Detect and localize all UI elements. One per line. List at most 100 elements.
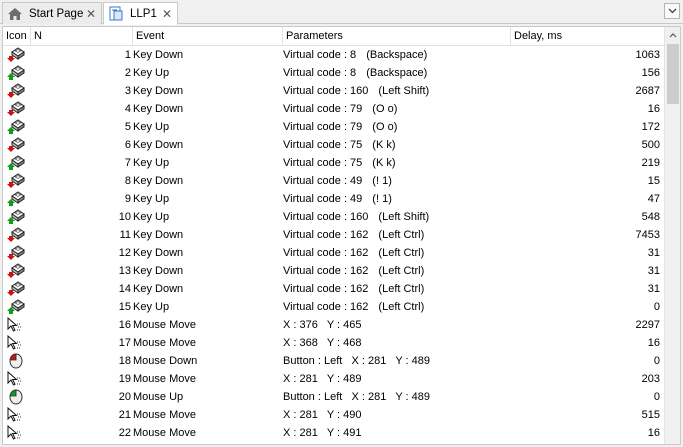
table-row[interactable]: 6 Key Down Virtual code : 75 (K k) 500: [3, 136, 666, 154]
row-delay: 0: [653, 301, 660, 313]
row-number: 19: [118, 373, 131, 385]
row-event: Key Up: [133, 193, 170, 205]
mouse-move-icon: [7, 371, 29, 387]
close-icon[interactable]: ✕: [161, 8, 173, 20]
row-delay: 156: [641, 67, 660, 79]
key-up-icon: [7, 299, 29, 315]
table-row[interactable]: 1 Key Down Virtual code : 8 (Backspace) 1063: [3, 46, 666, 64]
table-row[interactable]: 20 Mouse Up Button : Left X : 281 Y : 489 0: [3, 388, 666, 406]
row-event: Key Up: [133, 67, 170, 79]
row-number: 11: [119, 229, 131, 241]
table-row[interactable]: 5 Key Up Virtual code : 79 (O o) 172: [3, 118, 666, 136]
row-key-name: (! 1): [372, 175, 392, 187]
table-row[interactable]: 18 Mouse Down Button : Left X : 281 Y : 48…: [3, 352, 666, 370]
row-key-name: (! 1): [372, 193, 392, 205]
column-header-icon[interactable]: Icon: [3, 27, 31, 46]
table-row[interactable]: 2 Key Up Virtual code : 8 (Backspace) 156: [3, 64, 666, 82]
row-parameter-value: Virtual code : 162: [283, 229, 369, 241]
list-header: Icon N Event Parameters Delay, ms: [3, 27, 666, 46]
row-delay: 16: [647, 103, 660, 115]
column-header-delay[interactable]: Delay, ms: [511, 27, 666, 46]
row-parameter-value: Virtual code : 8: [283, 49, 357, 61]
row-parameter-value: X : 281 Y : 490: [283, 409, 362, 421]
row-parameter-value: X : 368 Y : 468: [283, 337, 362, 349]
column-header-event[interactable]: Event: [133, 27, 283, 46]
row-parameters: Virtual code : 162 (Left Ctrl): [283, 262, 511, 280]
table-row[interactable]: 10 Key Up Virtual code : 160 (Left Shift) 54…: [3, 208, 666, 226]
table-row[interactable]: 4 Key Down Virtual code : 79 (O o) 16: [3, 100, 666, 118]
table-row[interactable]: 16 Mouse Move X : 376 Y : 465 2297: [3, 316, 666, 334]
tab-label: LLP1: [130, 7, 157, 20]
row-event: Key Down: [133, 49, 184, 61]
row-delay: 2297: [635, 319, 660, 331]
scrollbar-thumb[interactable]: [667, 44, 679, 104]
row-event: Key Down: [133, 265, 184, 277]
list-rows: 1 Key Down Virtual code : 8 (Backspace) 1063…: [3, 46, 666, 442]
row-parameter-value: Virtual code : 79: [283, 121, 363, 133]
mouse-move-icon: [7, 335, 29, 351]
table-row[interactable]: 15 Key Up Virtual code : 162 (Left Ctrl) 0: [3, 298, 666, 316]
row-number: 3: [124, 85, 131, 97]
row-key-name: (K k): [372, 139, 396, 151]
row-parameter-value: Virtual code : 162: [283, 265, 369, 277]
table-row[interactable]: 8 Key Down Virtual code : 49 (! 1) 15: [3, 172, 666, 190]
row-delay: 7453: [635, 229, 660, 241]
row-key-name: (Left Shift): [378, 211, 430, 223]
column-header-n[interactable]: N: [31, 27, 133, 46]
tab-list-dropdown-button[interactable]: [664, 3, 680, 19]
tab-llp1[interactable]: LLP1 ✕: [103, 2, 178, 25]
row-number: 12: [118, 247, 131, 259]
scroll-up-button[interactable]: [665, 27, 680, 43]
row-event: Key Up: [133, 211, 170, 223]
column-header-parameters[interactable]: Parameters: [283, 27, 511, 46]
row-event: Mouse Move: [133, 427, 196, 439]
row-key-name: (O o): [372, 121, 398, 133]
tab-start-page[interactable]: Start Page ✕: [2, 2, 102, 24]
table-row[interactable]: 19 Mouse Move X : 281 Y : 489 203: [3, 370, 666, 388]
table-row[interactable]: 21 Mouse Move X : 281 Y : 490 515: [3, 406, 666, 424]
table-row[interactable]: 14 Key Down Virtual code : 162 (Left Ctrl) 3…: [3, 280, 666, 298]
row-parameter-value: Virtual code : 162: [283, 247, 369, 259]
event-list[interactable]: Icon N Event Parameters Delay, ms 1 Key D…: [2, 26, 681, 445]
row-delay: 31: [647, 265, 660, 277]
table-row[interactable]: 3 Key Down Virtual code : 160 (Left Shift) 2…: [3, 82, 666, 100]
row-number: 22: [118, 427, 131, 439]
vertical-scrollbar[interactable]: [664, 27, 680, 444]
close-icon[interactable]: ✕: [85, 8, 97, 20]
row-event: Key Down: [133, 229, 184, 241]
row-parameter-value: Virtual code : 75: [283, 157, 363, 169]
row-parameter-value: Button : Left X : 281 Y : 489: [283, 355, 430, 367]
row-number: 8: [124, 175, 131, 187]
table-row[interactable]: 22 Mouse Move X : 281 Y : 491 16: [3, 424, 666, 442]
key-down-icon: [7, 281, 29, 297]
table-row[interactable]: 17 Mouse Move X : 368 Y : 468 16: [3, 334, 666, 352]
table-row[interactable]: 9 Key Up Virtual code : 49 (! 1) 47: [3, 190, 666, 208]
row-parameters: X : 368 Y : 468: [283, 334, 511, 352]
table-row[interactable]: 12 Key Down Virtual code : 162 (Left Ctrl) 3…: [3, 244, 666, 262]
row-parameters: Virtual code : 79 (O o): [283, 118, 511, 136]
row-delay: 1063: [635, 49, 660, 61]
row-parameter-value: Virtual code : 160: [283, 211, 369, 223]
table-row[interactable]: 13 Key Down Virtual code : 162 (Left Ctrl) 3…: [3, 262, 666, 280]
key-down-icon: [7, 173, 29, 189]
row-event: Mouse Move: [133, 409, 196, 421]
row-delay: 203: [641, 373, 660, 385]
key-down-icon: [7, 245, 29, 261]
row-number: 4: [124, 103, 131, 115]
row-key-name: (Backspace): [366, 49, 428, 61]
key-up-icon: [7, 155, 29, 171]
row-event: Mouse Down: [133, 355, 198, 367]
chevron-down-icon: [668, 5, 677, 17]
row-event: Mouse Move: [133, 319, 196, 331]
table-row[interactable]: 7 Key Up Virtual code : 75 (K k) 219: [3, 154, 666, 172]
row-parameters: Virtual code : 75 (K k): [283, 154, 511, 172]
row-delay: 219: [641, 157, 660, 169]
row-event: Mouse Move: [133, 337, 196, 349]
row-parameters: Virtual code : 160 (Left Shift): [283, 208, 511, 226]
row-key-name: (Backspace): [366, 67, 428, 79]
row-parameter-value: Virtual code : 162: [283, 283, 369, 295]
row-delay: 0: [653, 391, 660, 403]
row-number: 7: [124, 157, 131, 169]
table-row[interactable]: 11 Key Down Virtual code : 162 (Left Ctrl) 7…: [3, 226, 666, 244]
row-parameters: Button : Left X : 281 Y : 489: [283, 388, 511, 406]
